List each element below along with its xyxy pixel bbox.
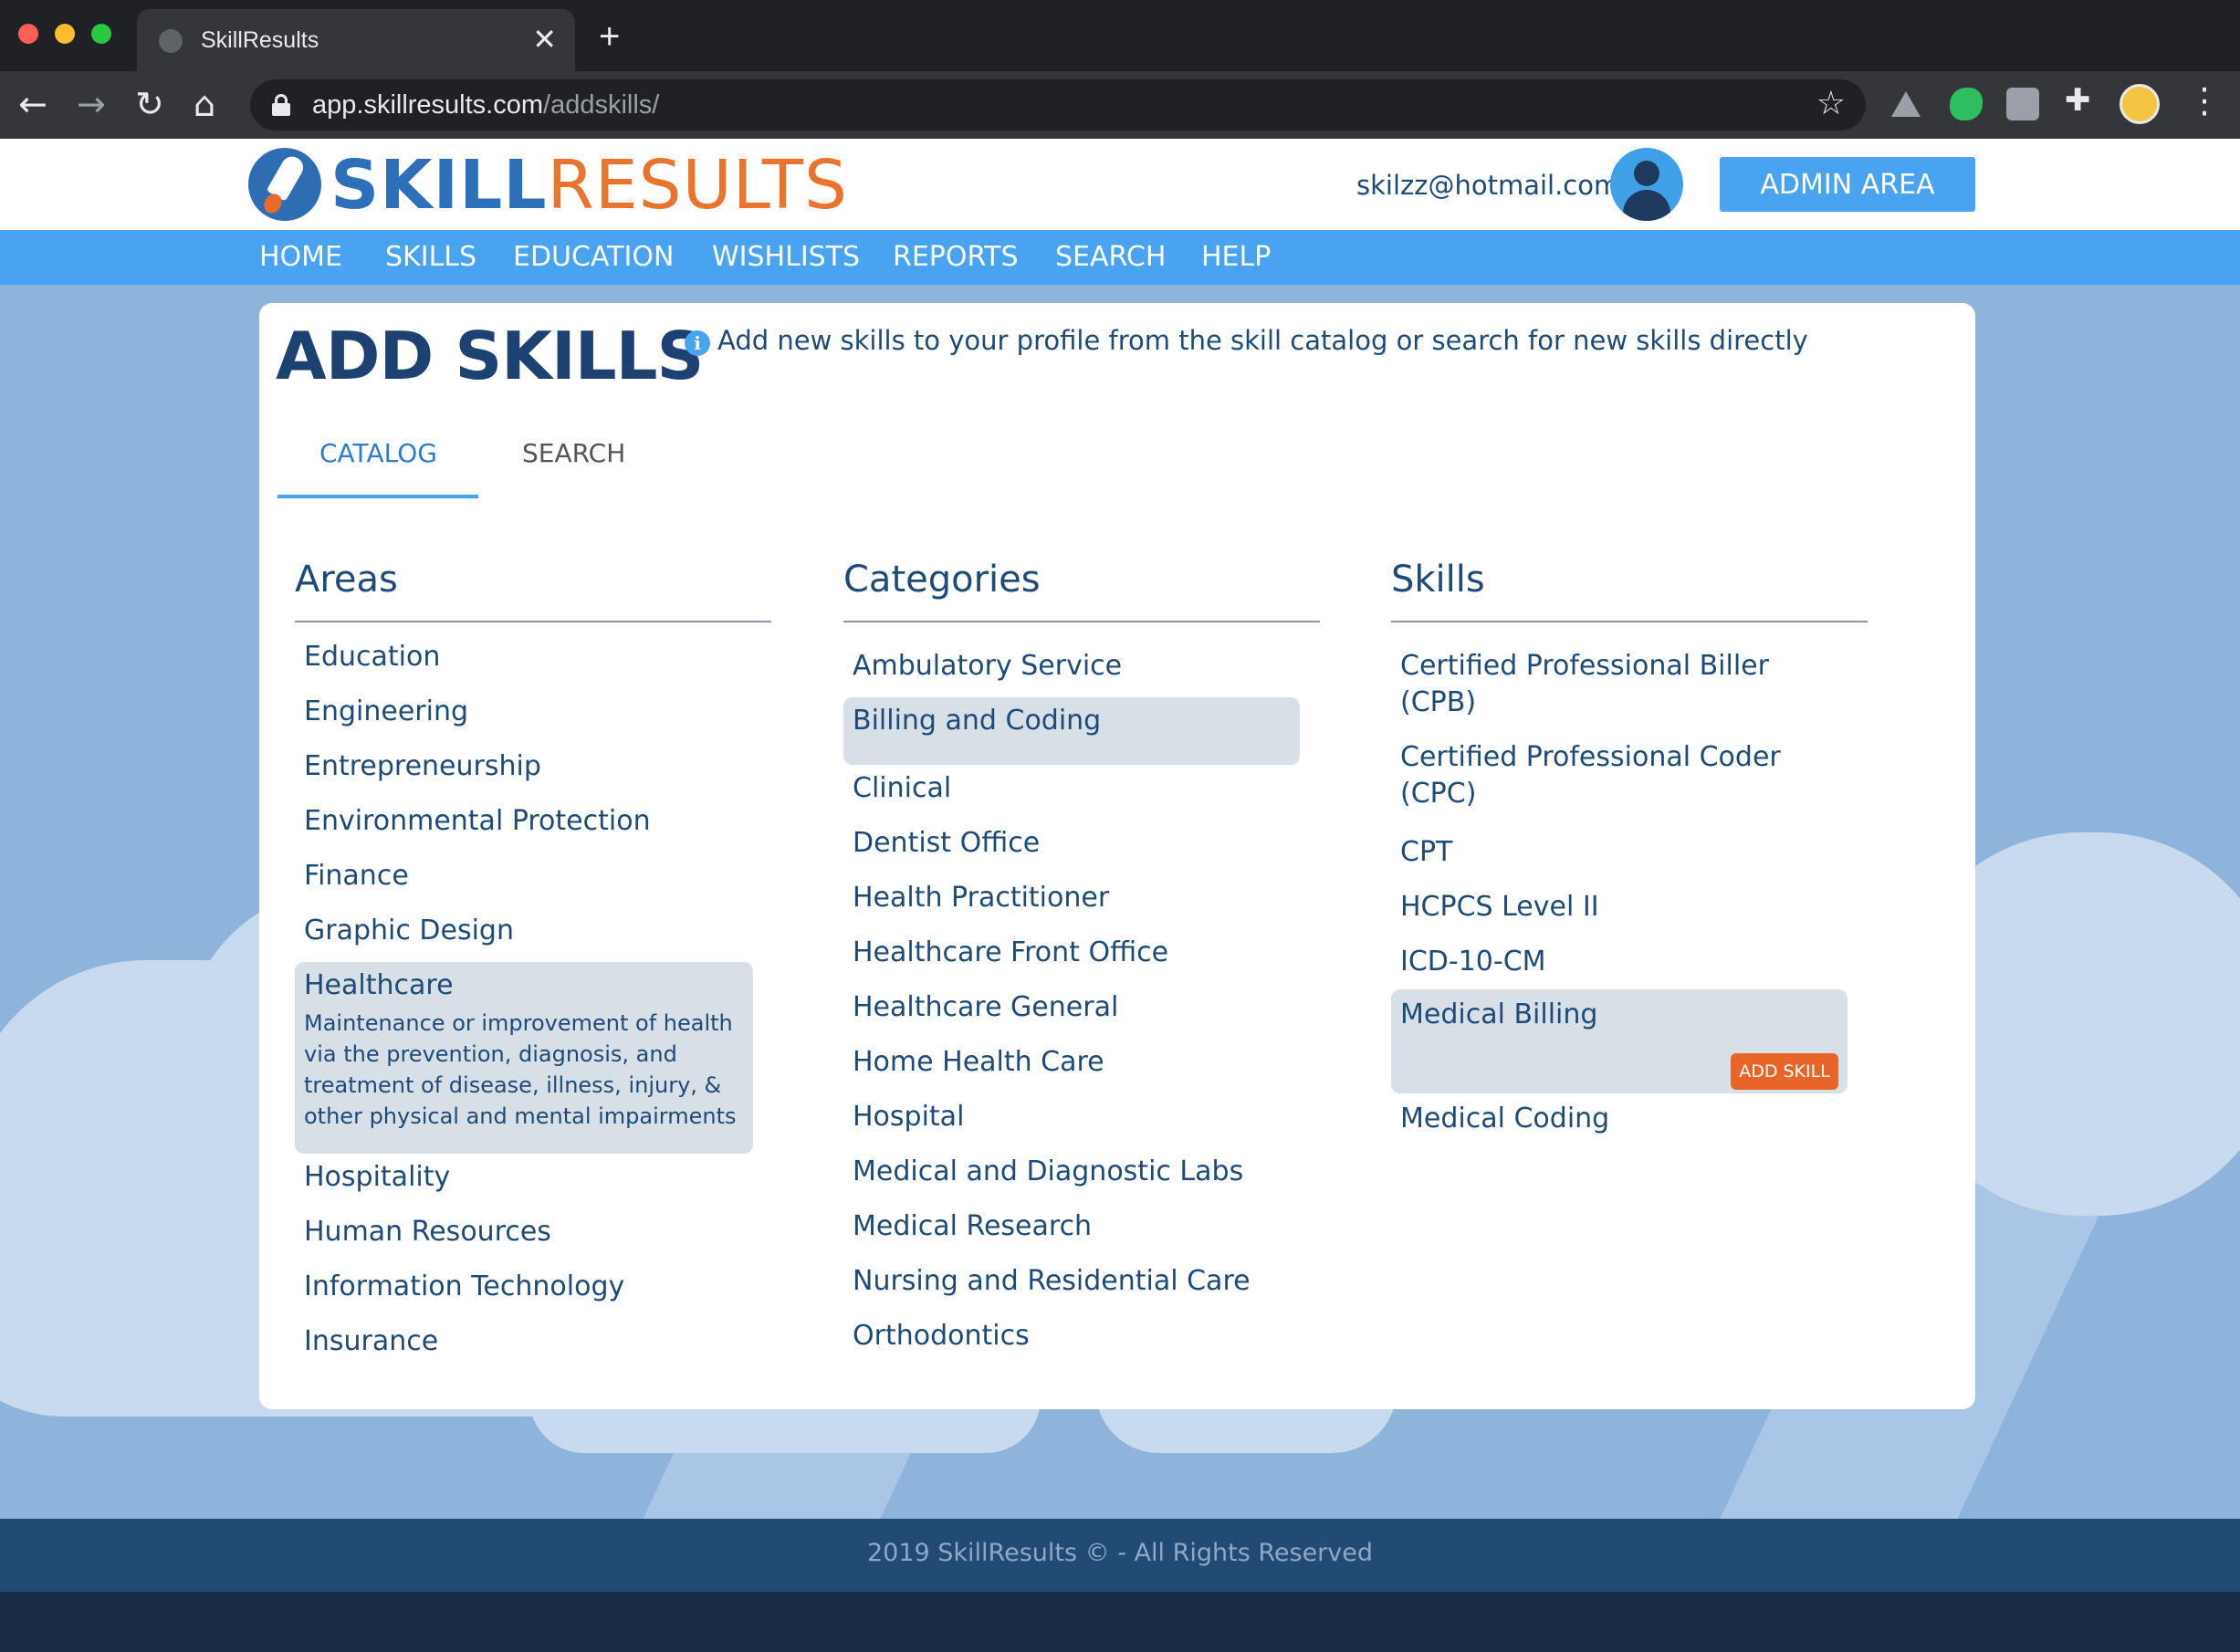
area-item[interactable]: Information Technology [304,1270,624,1302]
areas-divider [295,621,771,622]
area-item[interactable]: Engineering [304,695,468,727]
area-item[interactable]: Graphic Design [304,915,514,946]
category-item[interactable]: Nursing and Residential Care [853,1265,1251,1297]
area-item[interactable]: Education [304,641,440,673]
nav-search[interactable]: SEARCH [1055,241,1166,273]
back-arrow-icon[interactable]: ← [18,84,47,124]
areas-heading: Areas [295,559,398,601]
categories-heading: Categories [843,559,1041,601]
area-item[interactable]: Human Resources [304,1216,551,1248]
more-menu-icon[interactable]: ⋮ [2187,80,2222,120]
profile-avatar-icon[interactable] [2120,84,2160,124]
tab-search[interactable]: SEARCH [522,438,625,468]
skill-item-medical-billing[interactable]: Medical Billing [1400,999,1597,1030]
browser-toolbar: ← → ↻ ⌂ app.skillresults.com/addskills/ … [0,71,2240,139]
nav-education[interactable]: EDUCATION [513,241,674,273]
skills-heading: Skills [1391,559,1485,601]
window-zoom-button[interactable] [91,24,111,44]
nav-home[interactable]: HOME [259,241,342,273]
category-item[interactable]: Medical Research [853,1210,1092,1242]
area-description: Maintenance or improvement of health via… [304,1010,737,1129]
browser-tab-bar: SkillResults ✕ + [0,0,2240,71]
category-item[interactable]: Healthcare Front Office [853,936,1168,968]
area-item-healthcare[interactable]: Healthcare [304,969,454,1001]
page: SKILLRESULTS skilzz@hotmail.com ADMIN AR… [0,139,2240,1652]
footer-copyright: 2019 SkillResults © - All Rights Reserve… [866,1539,1374,1567]
tab-title: SkillResults [201,27,319,53]
extensions-puzzle-icon[interactable]: ✚ [2065,82,2091,119]
area-item[interactable]: Environmental Protection [304,805,651,837]
home-icon[interactable]: ⌂ [194,84,215,124]
active-tab-indicator [277,495,478,498]
add-skills-card: ADD SKILLS i Add new skills to your prof… [259,303,1975,1409]
google-drive-extension-icon[interactable] [1889,88,1922,120]
skill-item[interactable]: Medical Coding [1400,1103,1609,1134]
browser-tab[interactable]: SkillResults ✕ [137,9,575,71]
category-item[interactable]: Ambulatory Service [853,650,1122,682]
footer: 2019 SkillResults © - All Rights Reserve… [0,1519,2240,1592]
site-header: SKILLRESULTS skilzz@hotmail.com ADMIN AR… [0,139,2240,230]
nav-wishlists[interactable]: WISHLISTS [712,241,860,273]
area-item[interactable]: Hospitality [304,1161,450,1193]
admin-area-button[interactable]: ADMIN AREA [1720,157,1975,212]
category-item[interactable]: Dentist Office [853,827,1040,859]
category-item[interactable]: Medical and Diagnostic Labs [853,1155,1243,1187]
skill-item[interactable]: ICD-10-CM [1400,946,1546,978]
area-item[interactable]: Finance [304,860,409,892]
reload-icon[interactable]: ↻ [135,84,164,124]
forward-arrow-icon[interactable]: → [77,84,106,124]
category-item-billing-coding[interactable]: Billing and Coding [853,705,1101,737]
page-title: ADD SKILLS [276,318,704,394]
globe-icon [159,29,183,53]
area-item[interactable]: Entrepreneurship [304,750,541,782]
nav-reports[interactable]: REPORTS [893,241,1019,273]
category-item[interactable]: Clinical [853,772,951,804]
skills-divider [1391,621,1868,622]
nav-help[interactable]: HELP [1201,241,1271,273]
skill-item[interactable]: Certified Professional Coder (CPC) [1400,739,1802,812]
user-avatar-icon[interactable] [1610,148,1683,221]
skill-item[interactable]: CPT [1400,836,1452,868]
category-item[interactable]: Health Practitioner [853,882,1109,914]
window-close-button[interactable] [18,24,38,44]
nav-skills[interactable]: SKILLS [385,241,476,273]
url-text[interactable]: app.skillresults.com/addskills/ [312,90,659,120]
rocket-logo-icon[interactable] [248,148,321,221]
info-text: Add new skills to your profile from the … [717,325,1808,356]
new-tab-button[interactable]: + [599,16,620,58]
tab-catalog[interactable]: CATALOG [319,438,437,468]
info-icon: i [685,330,710,356]
user-email: skilzz@hotmail.com [1356,170,1620,201]
categories-divider [843,621,1320,622]
brand-logo[interactable]: SKILLRESULTS [330,146,848,225]
category-item[interactable]: Hospital [853,1101,964,1133]
extension-icon[interactable] [2006,88,2039,120]
address-bar[interactable]: app.skillresults.com/addskills/ ☆ [250,79,1866,131]
close-icon[interactable]: ✕ [532,22,557,57]
evernote-extension-icon[interactable] [1950,88,1983,120]
skill-item[interactable]: Certified Professional Biller (CPB) [1400,648,1802,721]
area-item[interactable]: Insurance [304,1325,438,1357]
category-item[interactable]: Home Health Care [853,1046,1104,1078]
category-item[interactable]: Healthcare General [853,991,1118,1023]
window-minimize-button[interactable] [55,24,75,44]
lock-icon [272,94,290,116]
add-skill-button[interactable]: ADD SKILL [1731,1053,1838,1090]
bookmark-star-icon[interactable]: ☆ [1816,85,1846,122]
skill-item[interactable]: HCPCS Level II [1400,891,1599,923]
main-nav: HOME SKILLS EDUCATION WISHLISTS REPORTS … [0,230,2240,285]
footer-bottom-bar [0,1592,2240,1652]
category-item[interactable]: Orthodontics [853,1320,1030,1352]
